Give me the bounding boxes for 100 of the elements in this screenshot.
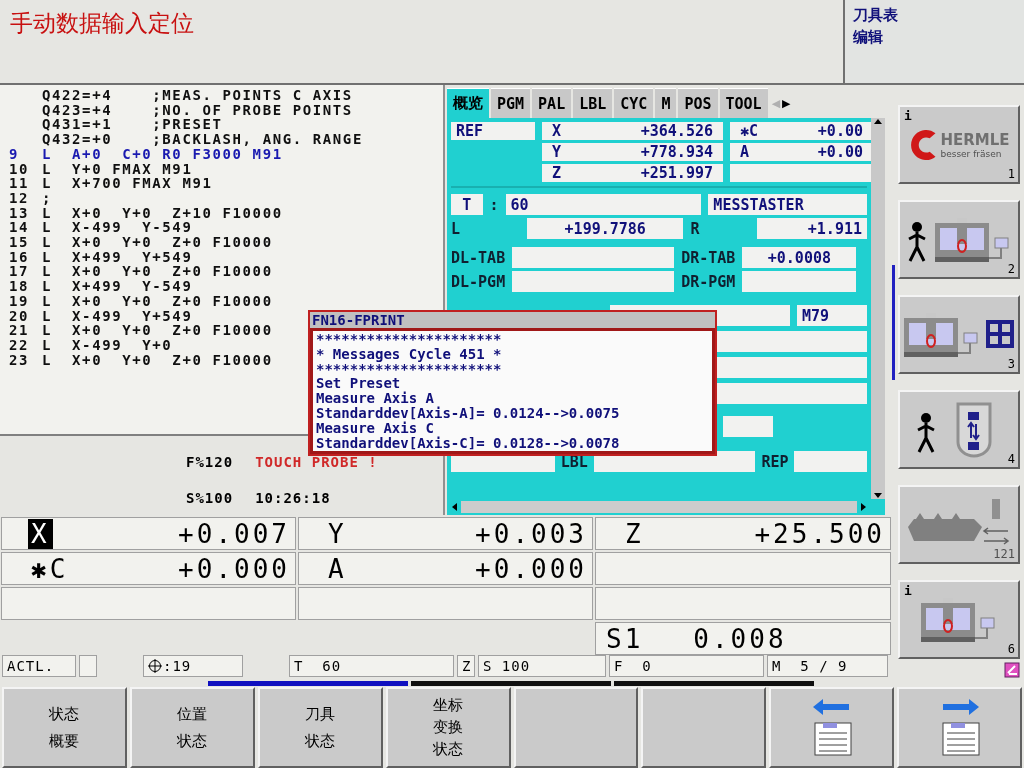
field-value: +1.911: [756, 218, 867, 239]
dialog-line: Measure Axis A: [316, 391, 434, 406]
field-label: DL-TAB: [451, 247, 506, 268]
program-line: Q422=+4 ;MEAS. POINTS C AXIS: [42, 88, 353, 103]
spindle-label: S1: [606, 623, 644, 654]
program-line: Q432=+0 ;BACKLASH, ANG. RANGE: [42, 132, 363, 147]
axis-label: X: [552, 122, 562, 140]
field-value: +0.0008: [742, 247, 857, 268]
speed-field: S 100: [478, 655, 606, 677]
ref-label: REF: [451, 122, 535, 140]
status-tab[interactable]: POS: [678, 88, 718, 118]
axis-value: +0.000: [475, 553, 587, 584]
program-line: L X-499 Y+549: [42, 308, 193, 324]
axis-label: ✱C: [740, 122, 759, 140]
scroll-up-icon[interactable]: [874, 118, 882, 126]
axis-value: +25.500: [754, 518, 885, 549]
feed-override: F%120: [186, 454, 234, 472]
dialog-line: **********************: [316, 361, 502, 377]
dialog-line: * Messages Cycle 451 *: [316, 346, 502, 362]
softkey[interactable]: 状态 概要: [2, 687, 127, 768]
dialog-line: Measure Axis C: [316, 420, 434, 436]
program-line: L X+0 Y+0 Z+0 F10000: [42, 264, 273, 280]
line-number: 16: [8, 249, 31, 265]
line-number: 13: [8, 205, 31, 221]
line-number: 17: [8, 264, 31, 280]
scroll-left-icon[interactable]: [451, 503, 459, 511]
line-number: 10: [8, 161, 31, 177]
axis-value: +0.00: [817, 122, 863, 140]
datum-field: :19: [143, 655, 243, 677]
tool-name: MESSTASTER: [708, 194, 867, 215]
axis-label: Y: [552, 143, 562, 161]
softkey-number: 2: [1007, 262, 1015, 276]
side-softkey[interactable]: i 6: [898, 580, 1020, 659]
program-line: Q423=+4 ;NO. OF PROBE POINTS: [42, 102, 353, 118]
status-tab[interactable]: TOOL: [719, 88, 768, 118]
line-number: 21: [8, 323, 31, 338]
softkey[interactable]: 坐标 变换 状态: [385, 687, 511, 768]
program-line: L X+0 Y+0 Z+0 F10000: [42, 293, 273, 309]
dialog-title: FN16-FPRINT: [311, 312, 406, 328]
side-softkey[interactable]: 2: [898, 200, 1020, 279]
secondary-mode-label: 刀具表: [853, 6, 899, 25]
mode-title: 手动数据输入定位: [9, 9, 195, 38]
clock-time: 10:26:18: [255, 489, 332, 508]
program-line: Q431=+1 ;PRESET: [42, 117, 223, 133]
field-label: DR-TAB: [681, 247, 736, 268]
tab-scroll-arrow[interactable]: ▶: [782, 96, 791, 110]
softkey-number: 121: [993, 547, 1015, 561]
scroll-down-icon[interactable]: [874, 491, 882, 499]
line-number: 12: [8, 190, 31, 206]
brand-name: HERMLE: [940, 130, 1010, 149]
program-line: L X-499 Y-549: [42, 220, 193, 236]
crosshair-icon: [148, 659, 162, 673]
brand-slogan: besser fräsen: [940, 148, 1003, 159]
page-back-button[interactable]: [769, 687, 895, 768]
softkey[interactable]: 位置 状态: [129, 687, 255, 768]
status-tab[interactable]: 概览: [447, 88, 489, 118]
status-tab[interactable]: CYC: [614, 88, 654, 118]
blank-softkey[interactable]: [641, 687, 767, 768]
dialog-line: Standarddev[Axis-C]= 0.0128-->0.0078: [316, 435, 620, 451]
dialog-line: **********************: [316, 332, 502, 347]
status-tab[interactable]: M: [655, 88, 677, 118]
program-line: L X+0 Y+0 Z+10 F10000: [42, 205, 283, 221]
axis-value: +251.997: [640, 164, 713, 182]
spindle-override: S%100: [186, 489, 234, 508]
line-number: 23: [8, 352, 31, 368]
side-softkey[interactable]: i HERMLE besser fräsen 1: [898, 105, 1020, 184]
program-line: L X+499 Y+549: [42, 249, 193, 265]
softkey-number: 4: [1007, 452, 1015, 466]
axis-label: ✱C: [30, 553, 70, 584]
program-line: L A+0 C+0 R0 F3000 M91: [42, 146, 283, 162]
scroll-right-icon[interactable]: [859, 503, 867, 511]
side-softkey[interactable]: 3: [898, 295, 1020, 374]
info-mark: i: [904, 583, 912, 598]
line-number: 11: [8, 176, 31, 191]
line-number: 19: [8, 293, 31, 309]
axis-label: A: [327, 553, 348, 584]
field-label: REP: [760, 451, 790, 472]
page-forward-button[interactable]: [897, 687, 1022, 768]
blank-softkey[interactable]: [513, 687, 639, 768]
status-tab[interactable]: PGM: [491, 88, 531, 118]
softkey[interactable]: 刀具 状态: [257, 687, 383, 768]
empty-field: [723, 416, 773, 437]
position-mode: ACTL.: [2, 655, 76, 677]
status-tab[interactable]: LBL: [573, 88, 613, 118]
program-line: ;: [42, 190, 53, 206]
softkey-number: 3: [1007, 357, 1015, 371]
axis-label: Z: [624, 518, 645, 549]
program-line: L X+0 Y+0 Z+0 F10000: [42, 235, 273, 250]
field-label: R: [690, 218, 700, 239]
axis-value: +0.003: [475, 518, 587, 549]
empty-field: [79, 655, 97, 677]
field-label: L: [451, 218, 461, 239]
info-mark: i: [904, 108, 912, 123]
side-softkey[interactable]: 121: [898, 485, 1020, 564]
side-softkey[interactable]: 4: [898, 390, 1020, 469]
status-tab[interactable]: PAL: [532, 88, 572, 118]
vertical-scrollbar[interactable]: [871, 118, 885, 499]
line-number: 22: [8, 337, 31, 353]
m-function-field: M 5 / 9: [767, 655, 888, 677]
program-line: L X+0 Y+0 Z+0 F10000: [42, 323, 273, 338]
